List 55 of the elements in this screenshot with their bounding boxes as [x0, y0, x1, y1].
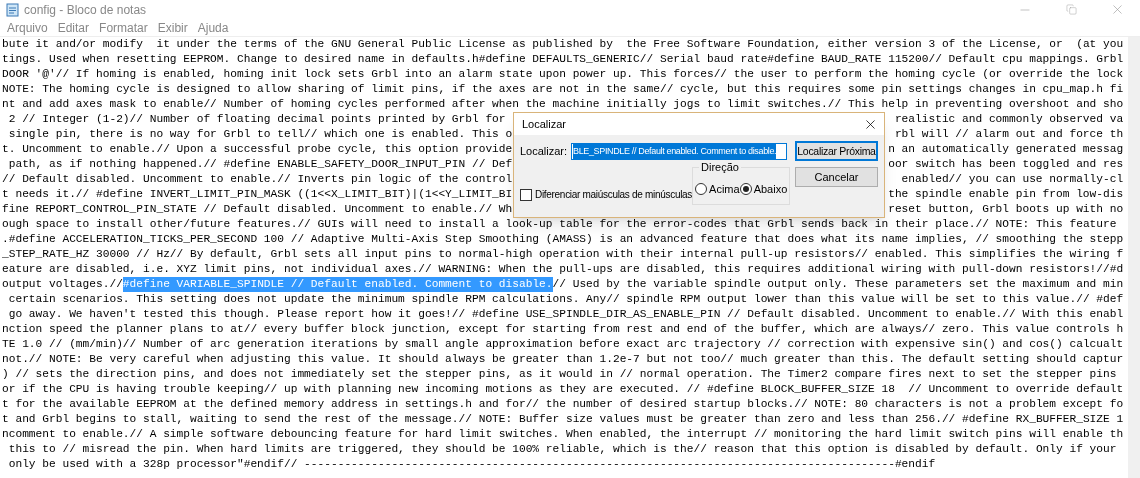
match-case-checkbox[interactable]: Diferenciar maiúsculas de minúsculas	[520, 187, 693, 202]
text-line: realistic and commonly observed va	[894, 112, 1124, 127]
text-line: reset button, Grbl boots up with no	[888, 202, 1124, 217]
text-line: t and Grbl begins to stall, waiting to send the rest of the message.// NOTE: Buffer size values must be greater than zero and less than 256.// #define RX_BUFFER_SIZE 1	[2, 412, 1124, 427]
direction-radio[interactable]: Acima	[695, 181, 740, 197]
text-line: TE 1.0 // (mm/min)// Number of arc generation iterations by small angle approximation before exact arc trajectory // correction with expensive sin() and cos() calcualt	[2, 337, 1124, 352]
dialog-title: Localizar	[522, 116, 567, 132]
menu-item[interactable]: Editar	[52, 18, 95, 37]
text-line: t needs it.// #define INVERT_LIMIT_PIN_MASK ((1<<X_LIMIT_BIT)|(1<<Y_LIMIT_BI	[2, 187, 513, 202]
search-field[interactable]: BLE_SPINDLE // Default enabled. Comment to disable.	[571, 143, 787, 160]
window-title: config - Bloco de notas	[24, 1, 147, 19]
text-line: ncomment to enable.// A simple software debouncing feature for hard limit switches. When enabled, the interrupt // monitoring the hard limit switch pins will enable th	[2, 427, 1124, 442]
text-line: go away. We haven't tested this though. Please report how it goes!// #define USE_SPINDLE_DIR_AS_ENABLE_PIN // Default disabled. Uncomment to enable.// With this enabl	[7, 307, 1124, 322]
text-line: certain scenarios. This setting does not update the minimum spindle RPM calculations. Any// spindle RPM output lower than this value will be set to this value.// #def	[7, 292, 1124, 307]
notepad-icon	[6, 2, 19, 17]
text-line: .#define ACCELERATION_TICKS_PER_SECOND 100 // Adaptive Multi-Axis Step Smoothing (AMASS) is an advanced feature that does what its name implies, // smoothing the stepp	[2, 232, 1124, 247]
text-line: bute it and/or modify it under the terms of the GNU General Public License as published by the Free Software Foundation, either version 3 of the License, or (at you	[2, 37, 1124, 52]
text-line: single pin, there is no way for Grbl to tell// which one is enabled. This o	[7, 127, 513, 142]
text-line: tings. Used when resetting EEPROM. Change to desired name in defaults.h#define DEFAULTS_GENERIC// Serial baud rate#define BAUD_RATE 115200// Default cpu mappings. Grbl	[2, 52, 1124, 67]
text-line: rbl will // alarm out and force th	[894, 127, 1124, 142]
text-line: only be used with a 328p processor"#endif// ----------------------------------------------------------------------------------------#endif	[7, 457, 936, 472]
text-line: enabled// you can use normally-cl	[901, 172, 1124, 187]
menu-item[interactable]: Arquivo	[2, 18, 53, 37]
restore-icon[interactable]	[1065, 4, 1077, 15]
direction-radio[interactable]: Abaixo	[739, 181, 788, 197]
cancel-button[interactable]: Cancelar	[795, 167, 878, 187]
text-line: 2 // Integer (1-2)// Number of floating decimal points printed by Grbl for	[7, 112, 506, 127]
find-label: Localizar:	[520, 144, 569, 159]
text-line: ough space to install other/future features.// GUIs will need to install a look-up table for the error-codes that Grbl sends back in their place.// NOTE: This feature	[2, 217, 1117, 232]
text-line: NOTE: The homing cycle is designed to allow sharing of limit pins, if the axes are not in the same// cycle, but this requires some pin settings changes in cpu_map.h fi	[2, 82, 1124, 97]
text-line: t. Uncomment to enable.// Upon a successful probe cycle, this option provide	[2, 142, 513, 157]
text-line: not.// NOTE: Be very careful when adjusting this value. It should always be greater than 1.2e-7 but not too// much greater than this. The default setting should captur	[2, 352, 1124, 367]
text-line: _STEP_RATE_HZ 30000 // Hz// By default, Grbl sets all input pins to normal-high operation with their internal pull-up resistors// enabled. This simplifies the wiring f	[2, 247, 1124, 262]
selected-text: #define VARIABLE_SPINDLE // Default enabled. Comment to disable.	[122, 277, 553, 292]
text-line: // Default disabled. Uncomment to enable.// Inverts pin logic of the control	[2, 172, 513, 187]
group-label: Direção	[699, 160, 741, 175]
text-line: t for the available EEPROM at the defined memory address in settings.h and for// the number of desired startup blocks.// NOTE: 80 characters is not a problem except fo	[2, 397, 1124, 412]
text-line: path, as if nothing happened.// #define ENABLE_SAFETY_DOOR_INPUT_PIN // Def	[7, 157, 513, 172]
text-line: fine REPORT_CONTROL_PIN_STATE // Default disabled. Uncomment to enable.// Wh	[2, 202, 513, 217]
text-line: the spindle enable pin from low-dis	[888, 187, 1124, 202]
text-line: nction speed the planner plans to at// every buffer block junction, except for starting from rest and end of the buffer, which are always// zero. This value controls h	[2, 322, 1124, 337]
text-line: // Used by the variable spindle output only. These parameters set the maximum and min	[552, 277, 1124, 292]
text-line: this to // misread the pin. When hard limits are triggered, they should be 100% reliable, which is the// reason that this option is disabled by default. Only if your	[7, 442, 1117, 457]
menu-item[interactable]: Formatar	[94, 18, 153, 37]
menu-item[interactable]: Exibir	[152, 18, 193, 37]
text-line: nt and add axes mask to enable// Number of homing cycles performed after when the machine initially jogs to limit switches.// This help in preventing overshoot and sho	[2, 97, 1124, 112]
find-next-button[interactable]: Localizar Próxima	[795, 141, 878, 161]
text-line: output voltages.//	[2, 277, 123, 292]
text-line: DOOR '@'// If homing is enabled, homing init lock sets Grbl into an alarm state upon power up. This forces// the user to perform the homing cycle (or override the lock	[2, 67, 1124, 82]
text-line: or if the CPU is having trouble keeping// up with planning new incoming motions as they are executed. // #define BLOCK_BUFFER_SIZE 18 // Uncomment to override default	[2, 382, 1124, 397]
menu-item[interactable]: Ajuda	[192, 18, 234, 37]
text-line: oor switch has been toggled and res	[888, 157, 1124, 172]
text-line: eature are disabled, i.e. XYZ limit pins, not individual axes.// WARNING: When the pull-ups are disabled, this requires additional wiring with pull-down resistors!//#d	[2, 262, 1124, 277]
text-line: n an automatically generated messag	[888, 142, 1124, 157]
text-line: ) // sets the direction pins, and does not immediately set the stepper pins, as it would in // normal operation. The Timer2 compare fires next to set the stepper pins	[2, 367, 1117, 382]
